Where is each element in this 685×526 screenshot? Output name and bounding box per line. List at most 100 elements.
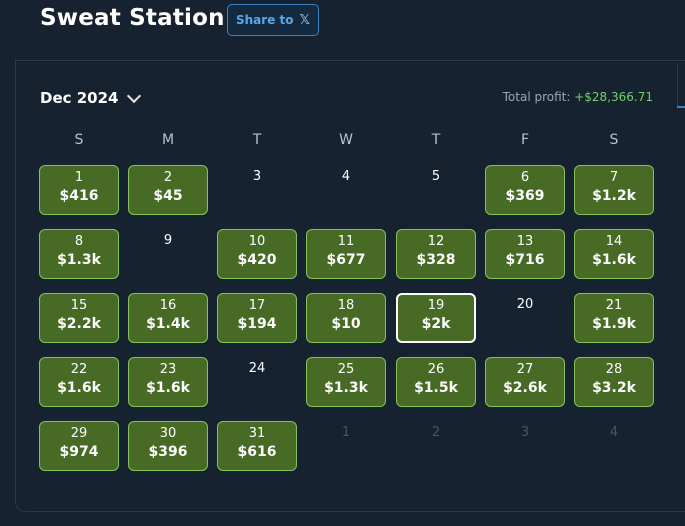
day-profit: $716: [505, 252, 545, 268]
day-number: 4: [341, 169, 351, 184]
calendar-day[interactable]: 25 $1.3k: [306, 357, 386, 407]
day-number: 17: [248, 298, 266, 313]
day-number: 14: [605, 234, 623, 249]
calendar-day[interactable]: 19 $2k: [396, 293, 476, 343]
calendar-day[interactable]: 31 $616: [217, 421, 297, 471]
total-profit: Total profit: +$28,366.71: [503, 90, 653, 104]
month-selector[interactable]: Dec 2024: [40, 88, 141, 108]
calendar-day[interactable]: 1 $416: [39, 165, 119, 215]
day-profit: $10: [331, 316, 361, 332]
day-number: 4: [609, 425, 619, 440]
top-bar: Sweat Station Share to 𝕏: [0, 0, 685, 60]
day-number: 2: [163, 170, 173, 185]
x-logo-icon: 𝕏: [299, 12, 310, 28]
calendar-day[interactable]: 10 $420: [217, 229, 297, 279]
day-profit: $1.6k: [146, 380, 190, 396]
weekday-label: M: [161, 132, 175, 148]
calendar-day-outside-month: 4: [574, 421, 654, 471]
calendar-day[interactable]: 29 $974: [39, 421, 119, 471]
calendar-day[interactable]: 22 $1.6k: [39, 357, 119, 407]
day-profit: $2.6k: [503, 380, 547, 396]
day-number: 10: [248, 234, 266, 249]
day-number: 29: [70, 426, 88, 441]
calendar-day[interactable]: 12 $328: [396, 229, 476, 279]
chevron-down-icon: [126, 88, 141, 103]
calendar-day[interactable]: 23 $1.6k: [128, 357, 208, 407]
day-number: 2: [431, 425, 441, 440]
page-title: Sweat Station: [40, 5, 225, 31]
calendar-day-outside-month: 1: [306, 421, 386, 471]
calendar-day[interactable]: 28 $3.2k: [574, 357, 654, 407]
day-profit: $328: [416, 252, 456, 268]
day-profit: $1.3k: [57, 252, 101, 268]
day-profit: $616: [237, 444, 277, 460]
day-number: 21: [605, 298, 623, 313]
calendar-day[interactable]: 30 $396: [128, 421, 208, 471]
day-profit: $1.6k: [592, 252, 636, 268]
calendar-day[interactable]: 15 $2.2k: [39, 293, 119, 343]
day-number: 20: [516, 297, 534, 312]
month-label: Dec 2024: [40, 89, 119, 107]
calendar-day: 3: [217, 165, 297, 215]
day-profit: $1.2k: [592, 188, 636, 204]
calendar-day[interactable]: 6 $369: [485, 165, 565, 215]
share-label: Share to: [236, 13, 294, 27]
calendar-day[interactable]: 7 $1.2k: [574, 165, 654, 215]
total-profit-label: Total profit:: [502, 90, 571, 104]
calendar-day[interactable]: 2 $45: [128, 165, 208, 215]
day-number: 18: [337, 298, 355, 313]
day-number: 31: [248, 426, 266, 441]
day-profit: $1.3k: [324, 380, 368, 396]
weekday-label: T: [431, 132, 441, 148]
calendar-day[interactable]: 8 $1.3k: [39, 229, 119, 279]
calendar-day: 5: [396, 165, 476, 215]
day-number: 19: [427, 298, 445, 313]
day-number: 3: [520, 425, 530, 440]
day-profit: $369: [505, 188, 545, 204]
day-profit: $420: [237, 252, 277, 268]
day-profit: $45: [153, 188, 183, 204]
day-number: 23: [159, 362, 177, 377]
day-number: 1: [74, 170, 84, 185]
calendar-day[interactable]: 11 $677: [306, 229, 386, 279]
total-profit-value: +$28,366.71: [574, 90, 653, 104]
weekday-label: F: [520, 132, 530, 148]
calendar-day[interactable]: 27 $2.6k: [485, 357, 565, 407]
day-number: 7: [609, 170, 619, 185]
day-profit: $974: [59, 444, 99, 460]
day-profit: $194: [237, 316, 277, 332]
day-number: 12: [427, 234, 445, 249]
share-to-x-button[interactable]: Share to 𝕏: [227, 4, 319, 36]
day-profit: $1.9k: [592, 316, 636, 332]
day-profit: $396: [148, 444, 188, 460]
day-profit: $1.6k: [57, 380, 101, 396]
day-number: 11: [337, 234, 355, 249]
calendar-day[interactable]: 16 $1.4k: [128, 293, 208, 343]
calendar-day: 4: [306, 165, 386, 215]
day-number: 16: [159, 298, 177, 313]
day-profit: $1.5k: [414, 380, 458, 396]
day-number: 26: [427, 362, 445, 377]
day-number: 24: [248, 361, 266, 376]
calendar-day[interactable]: 21 $1.9k: [574, 293, 654, 343]
day-profit: $2k: [421, 316, 451, 332]
day-profit: $3.2k: [592, 380, 636, 396]
calendar-day[interactable]: 14 $1.6k: [574, 229, 654, 279]
day-number: 9: [163, 233, 173, 248]
calendar-day: 20: [485, 293, 565, 343]
calendar-day[interactable]: 17 $194: [217, 293, 297, 343]
calendar-day[interactable]: 18 $10: [306, 293, 386, 343]
side-tab-indicator: [677, 106, 685, 108]
day-number: 30: [159, 426, 177, 441]
calendar-day[interactable]: 13 $716: [485, 229, 565, 279]
day-profit: $677: [326, 252, 366, 268]
weekday-label: S: [609, 132, 619, 148]
calendar-day-outside-month: 2: [396, 421, 476, 471]
day-number: 27: [516, 362, 534, 377]
calendar-day: 24: [217, 357, 297, 407]
weekday-label: S: [74, 132, 84, 148]
calendar-day[interactable]: 26 $1.5k: [396, 357, 476, 407]
day-number: 8: [74, 234, 84, 249]
day-number: 25: [337, 362, 355, 377]
day-profit: $416: [59, 188, 99, 204]
